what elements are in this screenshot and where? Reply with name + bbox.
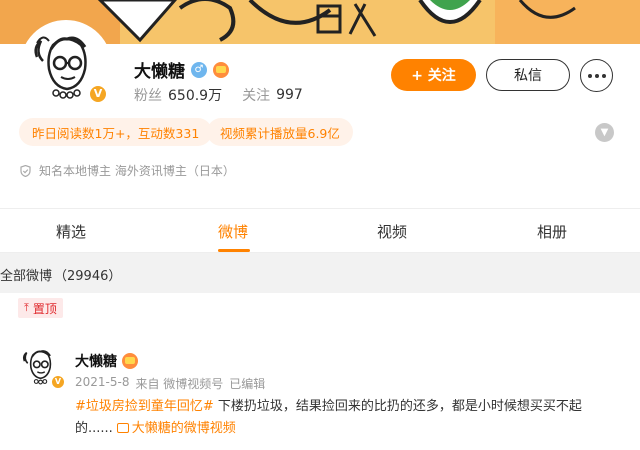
- following-label: 关注: [242, 88, 271, 104]
- profile-name[interactable]: 大懒糖: [134, 57, 185, 82]
- profile-stats: 粉丝 650.9万 关注 997: [134, 85, 303, 105]
- fans-count[interactable]: 650.9万: [168, 85, 222, 105]
- pinned-badge: ⤒ 置顶: [18, 298, 63, 318]
- identity-text: 知名本地博主 海外资讯博主（日本）: [39, 164, 235, 178]
- profile-name-row: 大懒糖 ♂: [134, 57, 229, 82]
- expand-chevron-icon[interactable]: ▼: [595, 123, 614, 142]
- tab-weibo[interactable]: 微博: [218, 221, 248, 242]
- stat-tag-video-plays: 视频累计播放量6.9亿: [207, 118, 353, 146]
- more-dot-icon: [587, 73, 592, 78]
- more-options-button[interactable]: [580, 59, 613, 92]
- profile-avatar[interactable]: V: [20, 20, 112, 112]
- all-weibo-count: （29946）: [54, 269, 122, 284]
- pin-icon: ⤒: [24, 301, 29, 314]
- vip-member-icon[interactable]: [122, 353, 138, 369]
- post-verified-badge-icon: V: [51, 375, 65, 389]
- tab-video[interactable]: 视频: [377, 221, 407, 242]
- stat-tag-reading: 昨日阅读数1万+，互动数331: [19, 118, 213, 146]
- verified-badge-icon: V: [88, 84, 108, 104]
- fans-label: 粉丝: [134, 88, 162, 104]
- follow-button[interactable]: + 关注: [391, 59, 476, 91]
- identity-row: 知名本地博主 海外资讯博主（日本）: [20, 162, 235, 179]
- more-dot-icon: [601, 73, 606, 78]
- post-meta: 2021-5-8 来自 微博视频号 已编辑: [75, 375, 265, 392]
- divider: [0, 208, 640, 209]
- all-weibo-label: 全部微博: [0, 269, 53, 284]
- post-source: 来自 微博视频号: [135, 377, 224, 391]
- post-date[interactable]: 2021-5-8: [75, 375, 129, 392]
- shield-icon: [20, 164, 31, 177]
- post-author-name[interactable]: 大懒糖: [75, 351, 117, 371]
- video-icon: [116, 423, 129, 433]
- following-count[interactable]: 997: [276, 87, 303, 103]
- more-dot-icon: [594, 73, 599, 78]
- vip-member-icon[interactable]: [213, 61, 229, 78]
- post-video-link[interactable]: 大懒糖的微博视频: [132, 421, 236, 436]
- message-button[interactable]: 私信: [486, 59, 570, 91]
- post-body: #垃圾房捡到童年回忆# 下楼扔垃圾，结果捡回来的比扔的还多，都是小时候想买买不起…: [75, 396, 610, 440]
- post-hashtag[interactable]: #垃圾房捡到童年回忆#: [75, 399, 214, 414]
- post-edited[interactable]: 已编辑: [229, 375, 265, 392]
- pinned-label: 置顶: [32, 301, 57, 316]
- male-gender-icon: ♂: [191, 61, 207, 78]
- post-author-row: 大懒糖: [75, 351, 138, 371]
- tab-featured[interactable]: 精选: [56, 221, 86, 242]
- tab-album[interactable]: 相册: [537, 221, 567, 242]
- all-weibo-header[interactable]: 全部微博 （29946）: [0, 265, 121, 284]
